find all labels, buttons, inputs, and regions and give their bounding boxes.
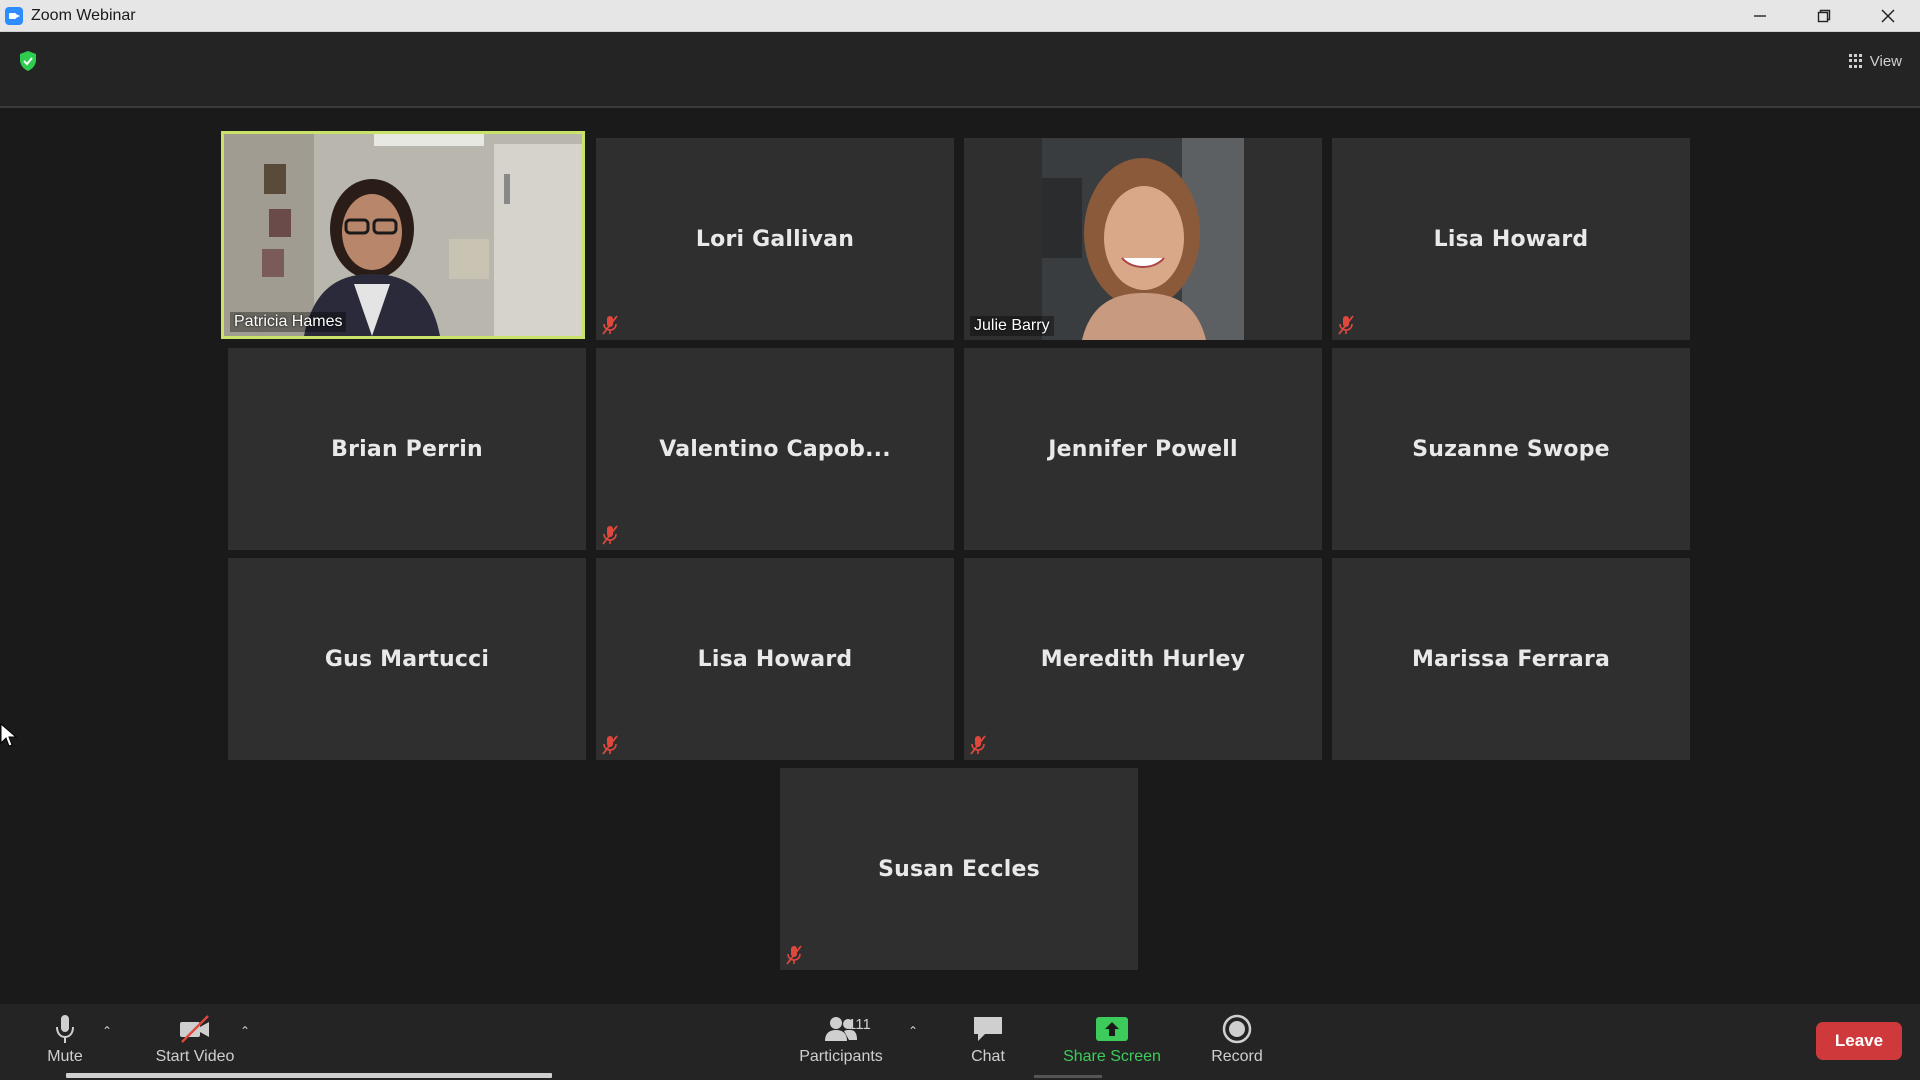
restore-button[interactable] — [1792, 0, 1856, 32]
participant-tile[interactable]: Patricia Hames — [221, 131, 585, 339]
video-options-caret-icon[interactable]: ⌃ — [240, 1024, 254, 1038]
participant-name: Brian Perrin — [331, 436, 483, 462]
participants-options-caret-icon[interactable]: ⌃ — [908, 1024, 922, 1038]
participant-name: Lisa Howard — [697, 646, 853, 672]
participants-count: 111 — [848, 1016, 871, 1033]
muted-microphone-icon — [602, 735, 618, 755]
participant-tile[interactable]: Lori Gallivan — [596, 138, 954, 340]
participant-tile[interactable]: Brian Perrin — [228, 348, 586, 550]
participant-name: Susan Eccles — [878, 856, 1040, 882]
participant-tile[interactable]: Meredith Hurley — [964, 558, 1322, 760]
participant-tile[interactable]: Jennifer Powell — [964, 348, 1322, 550]
window-title: Zoom Webinar — [31, 6, 136, 24]
participant-tile[interactable]: Julie Barry — [964, 138, 1322, 340]
toolbar-scroll-indicator — [1034, 1075, 1102, 1078]
participant-tile[interactable]: Marissa Ferrara — [1332, 558, 1690, 760]
meeting-toolbar: Mute ⌃ Start Video ⌃ 111 Participants ⌃ … — [0, 1004, 1920, 1080]
record-button[interactable]: Record — [1182, 1014, 1292, 1074]
participant-tile[interactable]: Suzanne Swope — [1332, 348, 1690, 550]
video-off-icon — [180, 1015, 209, 1043]
participant-tile[interactable]: Susan Eccles — [780, 768, 1138, 970]
start-video-label: Start Video — [155, 1048, 235, 1065]
microphone-icon — [56, 1015, 74, 1043]
participant-name: Marissa Ferrara — [1411, 646, 1611, 672]
participant-name-label: Patricia Hames — [230, 312, 347, 332]
share-screen-icon — [1096, 1017, 1128, 1041]
record-icon — [1222, 1014, 1252, 1044]
share-screen-button[interactable]: Share Screen — [1057, 1014, 1167, 1074]
record-label: Record — [1211, 1048, 1263, 1065]
restore-icon — [1817, 9, 1831, 23]
participant-name-label: Julie Barry — [970, 316, 1054, 336]
gallery-view: Patricia Hames Lori Gallivan Julie Barry… — [0, 110, 1920, 1004]
chat-icon — [974, 1017, 1002, 1041]
mute-button[interactable]: Mute — [10, 1014, 120, 1074]
participant-tile[interactable]: Lisa Howard — [596, 558, 954, 760]
audio-options-caret-icon[interactable]: ⌃ — [102, 1024, 116, 1038]
window-controls — [1728, 0, 1920, 32]
muted-microphone-icon — [602, 315, 618, 335]
muted-microphone-icon — [786, 945, 802, 965]
mouse-cursor-icon — [0, 723, 18, 747]
participant-tile[interactable]: Valentino Capob... — [596, 348, 954, 550]
zoom-app-icon — [5, 6, 23, 25]
muted-microphone-icon — [970, 735, 986, 755]
close-button[interactable] — [1856, 0, 1920, 32]
participant-tile[interactable]: Gus Martucci — [228, 558, 586, 760]
window-title-bar: Zoom Webinar — [0, 0, 1920, 32]
participant-name: Meredith Hurley — [1040, 646, 1246, 672]
share-screen-label: Share Screen — [1063, 1048, 1161, 1065]
participant-name: Lori Gallivan — [695, 226, 855, 252]
participant-tile[interactable]: Lisa Howard — [1332, 138, 1690, 340]
start-video-button[interactable]: Start Video — [140, 1014, 250, 1074]
minimize-icon — [1754, 15, 1766, 17]
participant-name: Gus Martucci — [324, 646, 490, 672]
minimize-button[interactable] — [1728, 0, 1792, 32]
encryption-shield-icon[interactable] — [18, 50, 38, 72]
chat-button[interactable]: Chat — [933, 1014, 1043, 1074]
view-label: View — [1869, 52, 1902, 70]
grid-view-icon — [1848, 54, 1863, 68]
leave-button[interactable]: Leave — [1816, 1022, 1902, 1060]
mute-label: Mute — [47, 1048, 83, 1065]
horizontal-scrollbar[interactable] — [66, 1073, 552, 1078]
participant-video — [224, 134, 582, 336]
participant-video — [1042, 138, 1244, 340]
close-icon — [1881, 9, 1895, 23]
meeting-top-bar: View — [0, 32, 1920, 108]
muted-microphone-icon — [602, 525, 618, 545]
participant-name: Lisa Howard — [1433, 226, 1589, 252]
muted-microphone-icon — [1338, 315, 1354, 335]
participants-button[interactable]: 111 Participants — [786, 1014, 896, 1074]
chat-label: Chat — [971, 1048, 1005, 1065]
participants-label: Participants — [799, 1048, 883, 1065]
participant-name: Jennifer Powell — [1048, 436, 1238, 462]
participant-name: Suzanne Swope — [1412, 436, 1610, 462]
view-button[interactable]: View — [1848, 48, 1902, 74]
participant-name: Valentino Capob... — [659, 436, 891, 462]
